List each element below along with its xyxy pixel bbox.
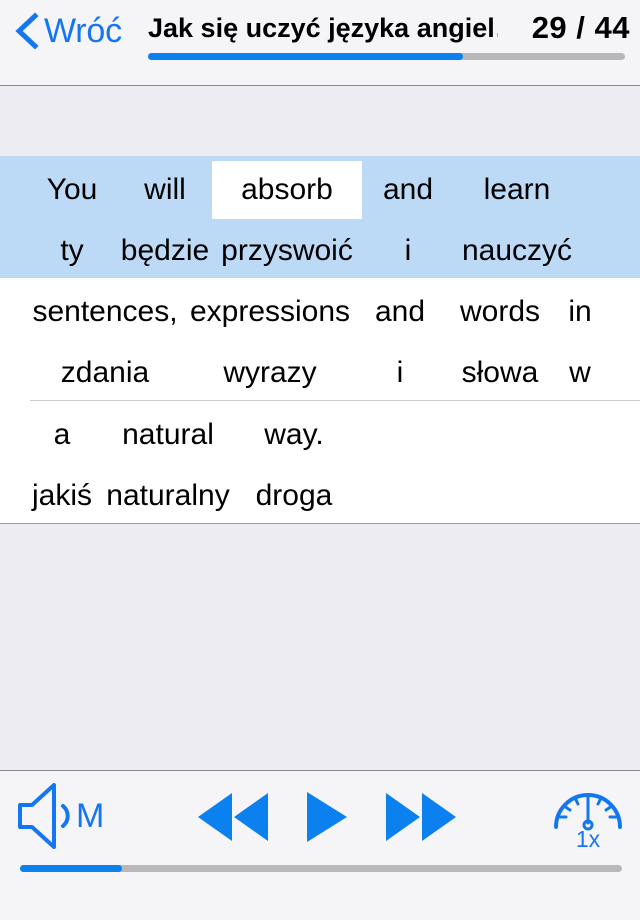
- speaker-mode-label: M: [76, 797, 104, 835]
- translation-word[interactable]: będzie: [118, 236, 212, 266]
- translation-line: ty będzie przyswoić i nauczyć: [0, 224, 640, 278]
- reading-progress-fill: [148, 53, 463, 60]
- sentence-block[interactable]: a natural way. jakiś naturalny droga: [0, 401, 640, 523]
- translation-word[interactable]: droga: [238, 481, 350, 511]
- source-line: sentences, expressions and words in: [0, 278, 640, 346]
- translation-line: jakiś naturalny droga: [0, 469, 640, 523]
- translation-word[interactable]: i: [362, 236, 454, 266]
- translation-word[interactable]: i: [356, 358, 444, 388]
- speaker-wave-icon: M: [18, 783, 104, 849]
- source-line: You will absorb and learn: [0, 156, 640, 224]
- app-screen: Wróć Jak się uczyć języka angiel… 29 / 4…: [0, 0, 640, 920]
- speed-gauge-icon: [554, 793, 622, 831]
- audio-seek-bar[interactable]: [20, 865, 622, 872]
- source-word[interactable]: way.: [238, 406, 350, 464]
- page-counter: 29 / 44: [531, 10, 630, 45]
- translation-line: zdania wyrazy i słowa w: [0, 346, 640, 400]
- source-line: a natural way.: [0, 401, 640, 469]
- speaker-mode-button[interactable]: M: [12, 777, 116, 855]
- play-button[interactable]: [296, 789, 356, 845]
- source-word[interactable]: and: [362, 161, 454, 219]
- sentence-block[interactable]: sentences, expressions and words in zdania wyr…: [0, 278, 640, 400]
- source-word[interactable]: expressions: [184, 283, 356, 341]
- source-word[interactable]: a: [26, 406, 98, 464]
- back-button[interactable]: Wróć: [14, 12, 122, 50]
- translation-word[interactable]: zdania: [26, 358, 184, 388]
- source-word[interactable]: sentences,: [26, 283, 184, 341]
- source-word[interactable]: words: [444, 283, 556, 341]
- bilingual-text-card: You will absorb and learn ty będzie przyswoić i n…: [0, 156, 640, 524]
- source-word[interactable]: and: [356, 283, 444, 341]
- content-bottom-spacer: [0, 524, 640, 770]
- translation-word[interactable]: jakiś: [26, 481, 98, 511]
- translation-word[interactable]: wyrazy: [184, 358, 356, 388]
- reading-progress-bar[interactable]: [148, 53, 625, 60]
- playback-toolbar: M 1x: [0, 770, 640, 920]
- chevron-left-icon: [15, 12, 39, 50]
- playback-speed-button[interactable]: 1x: [546, 779, 630, 855]
- fast-forward-button[interactable]: [384, 789, 458, 845]
- sentence-block[interactable]: You will absorb and learn ty będzie przyswoić i n…: [0, 156, 640, 278]
- page-title: Jak się uczyć języka angiel…: [148, 13, 498, 43]
- audio-seek-fill: [20, 865, 123, 872]
- source-word[interactable]: natural: [98, 406, 238, 464]
- back-button-label: Wróć: [44, 12, 122, 50]
- content-top-spacer: [0, 86, 640, 156]
- translation-word[interactable]: przyswoić: [212, 236, 362, 266]
- rewind-button[interactable]: [196, 789, 270, 845]
- source-word[interactable]: You: [26, 161, 118, 219]
- translation-word[interactable]: nauczyć: [454, 236, 580, 266]
- translation-word[interactable]: w: [556, 358, 604, 388]
- navigation-bar: Wróć Jak się uczyć języka angiel… 29 / 4…: [0, 0, 640, 86]
- rewind-icon: [198, 793, 268, 841]
- fast-forward-icon: [386, 793, 456, 841]
- source-word[interactable]: will: [118, 161, 212, 219]
- source-word[interactable]: learn: [454, 161, 580, 219]
- current-word[interactable]: absorb: [212, 161, 362, 219]
- playback-speed-label: 1x: [575, 826, 601, 852]
- playback-controls: M 1x: [0, 771, 640, 863]
- translation-word[interactable]: ty: [26, 236, 118, 266]
- translation-word[interactable]: słowa: [444, 358, 556, 388]
- source-word[interactable]: in: [556, 283, 604, 341]
- translation-word[interactable]: naturalny: [98, 481, 238, 511]
- play-icon: [307, 792, 347, 842]
